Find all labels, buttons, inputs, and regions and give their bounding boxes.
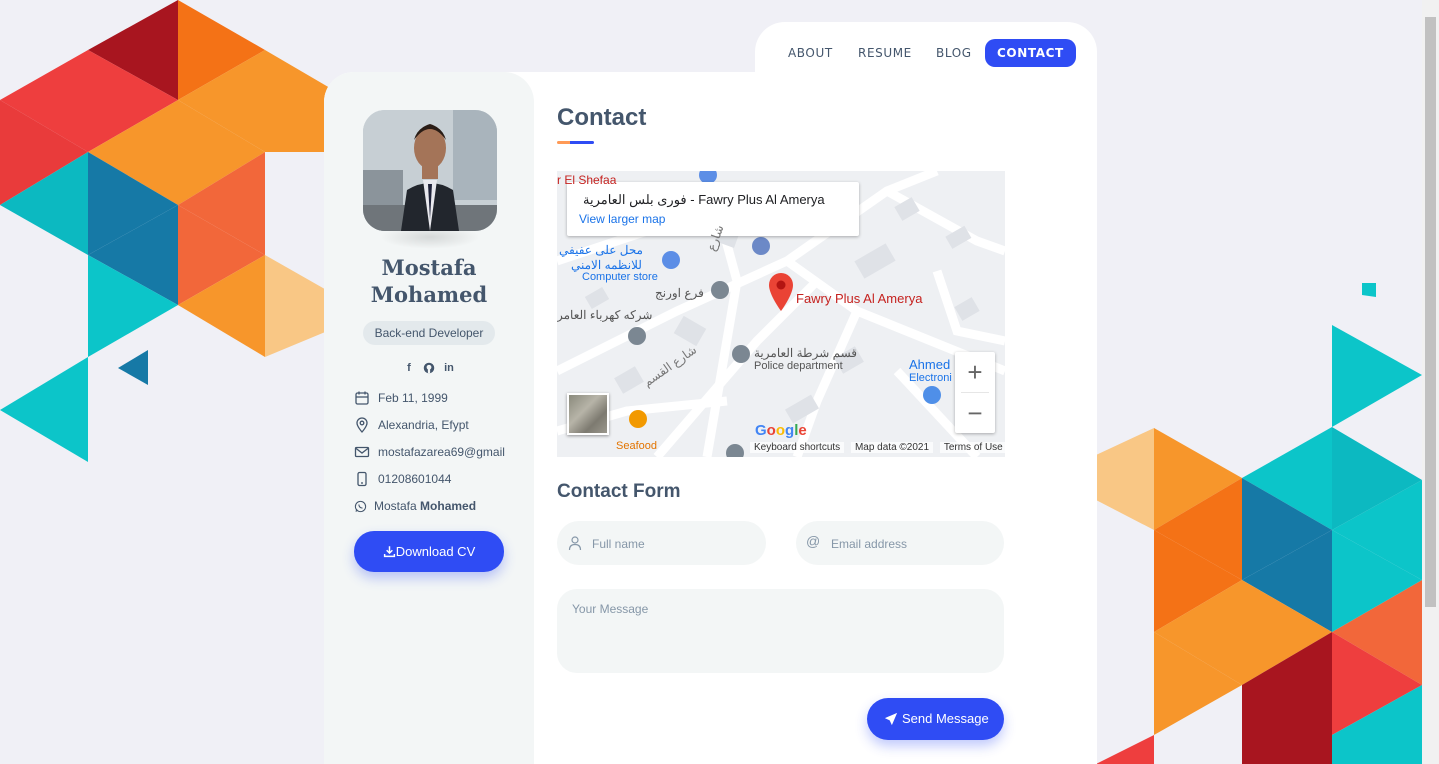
calendar-icon	[355, 391, 369, 405]
role-badge: Back-end Developer	[363, 321, 495, 345]
profile-name: Mostafa Mohamed	[334, 254, 524, 308]
nav-resume[interactable]: RESUME	[858, 39, 912, 67]
phone-text[interactable]: 01208601044	[378, 471, 451, 487]
nav-blog[interactable]: BLOG	[936, 39, 972, 67]
map-label-seafood: Seafood	[616, 440, 657, 452]
avatar	[363, 110, 497, 231]
nav-about[interactable]: ABOUT	[788, 39, 833, 67]
terms-of-use-link[interactable]: Terms of Use	[939, 442, 1005, 453]
map-label-ahmed: Ahmed	[909, 357, 951, 372]
map-data-credit: Map data ©2021	[850, 442, 934, 453]
map-label-orange: فرع اورنج	[655, 286, 704, 300]
map-label-police-ar: قسم شرطة العامرية	[754, 346, 858, 360]
email-placeholder: Email address	[831, 537, 908, 551]
send-message-label: Send Message	[902, 711, 989, 726]
at-sign-icon: @	[806, 533, 821, 549]
zoom-in-button[interactable]: +	[955, 352, 995, 392]
location-pin-icon	[356, 417, 368, 433]
send-icon	[884, 712, 898, 726]
profile-last-name: Mohamed	[370, 282, 488, 307]
email-text[interactable]: mostafazarea69@gmail	[378, 444, 505, 460]
mail-icon	[354, 446, 370, 458]
map-label-store-en: Computer store	[582, 271, 658, 283]
linkedin-icon[interactable]: in	[442, 360, 456, 376]
whatsapp-icon	[354, 500, 367, 513]
user-icon	[568, 536, 582, 551]
keyboard-shortcuts-link[interactable]: Keyboard shortcuts	[750, 442, 845, 453]
social-links: f in	[402, 360, 462, 376]
location-text: Alexandria, Efypt	[378, 418, 469, 432]
map-label-store-ar2: للانظمه الامني	[571, 258, 642, 272]
email-field[interactable]: @ Email address	[796, 521, 1004, 565]
map-label-electric: شركه كهرباء العامر	[557, 308, 653, 322]
map-place-title: فوری بلس العامرية - Fawry Plus Al Amerya	[583, 192, 825, 207]
google-logo: Google	[755, 422, 807, 439]
decorative-background-right	[1096, 283, 1422, 764]
map-label-police-en: Police department	[754, 360, 843, 372]
map-pin-label: Fawry Plus Al Amerya	[796, 291, 923, 306]
map-label-electronic: Electroni	[909, 372, 952, 384]
full-name-placeholder: Full name	[592, 537, 645, 551]
birthday-text: Feb 11, 1999	[378, 391, 448, 405]
scrollbar-thumb[interactable]	[1425, 17, 1436, 607]
map-label-shefaa: r El Shefaa	[557, 173, 617, 187]
zoom-out-button[interactable]: −	[955, 393, 995, 433]
map-footer: Keyboard shortcuts Map data ©2021 Terms …	[750, 442, 1005, 457]
download-cv-label: Download CV	[395, 544, 476, 559]
full-name-field[interactable]: Full name	[557, 521, 766, 565]
phone-icon	[357, 471, 367, 487]
map-label-store-ar: محل على عفيفي	[559, 243, 643, 257]
profile-first-name: Mostafa	[381, 255, 477, 280]
message-placeholder: Your Message	[572, 602, 649, 616]
whatsapp-text[interactable]: Mostafa Mohamed	[374, 498, 476, 514]
contact-form-title: Contact Form	[557, 481, 681, 502]
whatsapp-last-name: Mohamed	[420, 499, 477, 513]
download-cv-button[interactable]: Download CV	[354, 531, 504, 572]
satellite-toggle[interactable]	[567, 393, 609, 435]
title-underline	[557, 141, 594, 144]
download-icon	[383, 546, 395, 558]
message-textarea[interactable]: Your Message	[557, 589, 1004, 673]
facebook-icon[interactable]: f	[402, 360, 416, 376]
whatsapp-first-name: Mostafa	[374, 499, 417, 513]
page-title: Contact	[557, 104, 647, 131]
map-zoom-control: + −	[955, 352, 995, 433]
github-icon[interactable]	[422, 360, 436, 376]
send-message-button[interactable]: Send Message	[867, 698, 1004, 740]
map-embed[interactable]: فوری بلس العامرية - Fawry Plus Al Amerya…	[557, 171, 1005, 457]
decorative-background-left	[0, 0, 330, 462]
page-scrollbar[interactable]	[1422, 0, 1439, 764]
nav-contact[interactable]: CONTACT	[985, 39, 1076, 67]
view-larger-map-link[interactable]: View larger map	[579, 212, 665, 226]
top-navigation: ABOUT RESUME BLOG CONTACT	[755, 22, 1097, 82]
